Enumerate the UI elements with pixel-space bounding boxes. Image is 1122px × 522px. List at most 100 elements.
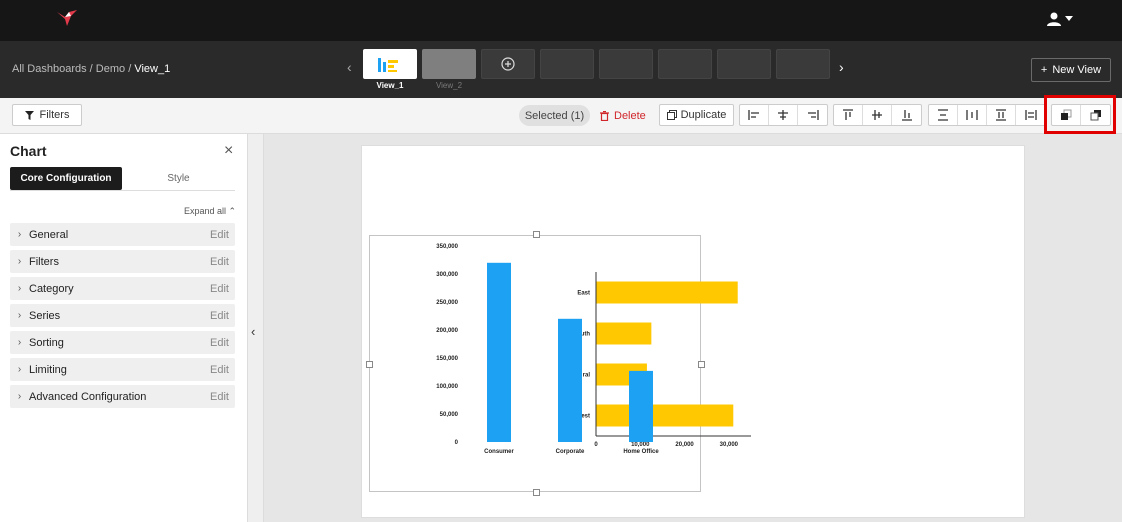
selected-count-badge: Selected (1) (519, 105, 590, 126)
accordion-advanced-configuration[interactable]: › Advanced Configuration Edit (10, 385, 235, 408)
align-bottom-icon (901, 110, 912, 121)
accordion-label: Category (29, 282, 74, 295)
distribute-horizontal-button[interactable] (958, 105, 987, 125)
distribute-horizontal-icon (966, 110, 978, 120)
close-icon[interactable]: × (224, 142, 233, 160)
empty-view-slot[interactable] (776, 49, 830, 79)
chevron-left-icon[interactable]: ‹ (347, 59, 352, 75)
filters-label: Filters (39, 109, 70, 121)
chevron-right-icon: › (17, 310, 22, 321)
user-menu[interactable] (1046, 10, 1076, 28)
align-bottom-button[interactable] (892, 105, 921, 125)
filter-icon (24, 110, 34, 120)
expand-all-label: Expand all (184, 206, 227, 216)
expand-all-button[interactable]: Expand all ⌃ (184, 206, 236, 217)
match-width-icon (1024, 110, 1037, 120)
empty-view-slot[interactable] (717, 49, 771, 79)
horizontal-align-group (739, 104, 828, 126)
filters-button[interactable]: Filters (12, 104, 82, 126)
view-tab-2[interactable] (422, 49, 476, 79)
edit-link[interactable]: Edit (210, 256, 235, 268)
copy-icon (666, 110, 677, 120)
chevron-left-icon[interactable]: ‹ (251, 324, 255, 339)
accordion-label: Advanced Configuration (29, 390, 147, 403)
align-center-icon (778, 110, 788, 120)
chart-config-panel: Chart × Core Configuration Style Expand … (0, 134, 248, 522)
accordion-label: Limiting (29, 363, 67, 376)
chevron-right-icon: › (17, 337, 22, 348)
resize-handle-bottom[interactable] (533, 489, 540, 496)
accordion-sorting[interactable]: › Sorting Edit (10, 331, 235, 354)
distribute-vertical-icon (938, 109, 948, 121)
trash-icon (600, 110, 609, 121)
accordion-general[interactable]: › General Edit (10, 223, 235, 246)
edit-link[interactable]: Edit (210, 310, 235, 322)
resize-handle-top[interactable] (533, 231, 540, 238)
toolbar: Filters Selected (1) Delete Duplicate (0, 98, 1122, 134)
new-view-label: New View (1052, 64, 1102, 76)
accordion-filters[interactable]: › Filters Edit (10, 250, 235, 273)
breadcrumb-demo[interactable]: Demo (96, 63, 125, 75)
duplicate-button[interactable]: Duplicate (659, 104, 734, 126)
caret-down-icon (1065, 16, 1073, 21)
chevron-right-icon: › (17, 229, 22, 240)
align-middle-icon (872, 110, 882, 120)
accordion-category[interactable]: › Category Edit (10, 277, 235, 300)
align-left-icon (748, 110, 759, 120)
breadcrumb-all-dashboards[interactable]: All Dashboards (12, 63, 87, 75)
panel-collapse-strip[interactable]: ‹ (248, 134, 264, 522)
chevron-right-icon: › (17, 283, 22, 294)
distribute-group (928, 104, 1046, 126)
accordion-label: Sorting (29, 336, 64, 349)
empty-view-slot[interactable] (540, 49, 594, 79)
breadcrumb: All Dashboards / Demo / View_1 (12, 63, 170, 75)
view-bar: All Dashboards / Demo / View_1 ‹ View_1 … (0, 41, 1122, 98)
breadcrumb-current: View_1 (134, 63, 171, 75)
breadcrumb-separator: / (128, 63, 132, 75)
add-view-tab[interactable] (481, 49, 535, 79)
highlight-box (1044, 95, 1116, 134)
edit-link[interactable]: Edit (210, 337, 235, 349)
chevron-right-icon: › (17, 364, 22, 375)
edit-link[interactable]: Edit (210, 229, 235, 241)
accordion-label: Series (29, 309, 61, 322)
edit-link[interactable]: Edit (210, 364, 235, 376)
align-center-button[interactable] (769, 105, 798, 125)
accordion-limiting[interactable]: › Limiting Edit (10, 358, 235, 381)
empty-view-slot[interactable] (658, 49, 712, 79)
tab-divider (10, 190, 235, 191)
delete-label: Delete (614, 109, 646, 122)
match-width-button[interactable] (1016, 105, 1045, 125)
tab-core-configuration[interactable]: Core Configuration (10, 167, 122, 190)
accordion-series[interactable]: › Series Edit (10, 304, 235, 327)
view-tab-1-label: View_1 (376, 81, 404, 90)
chevron-right-icon[interactable]: › (839, 59, 844, 75)
match-height-icon (996, 109, 1006, 121)
view-tab-1[interactable] (363, 49, 417, 79)
align-top-button[interactable] (834, 105, 863, 125)
view-tab-2-label: View_2 (435, 81, 463, 90)
edit-link[interactable]: Edit (210, 283, 235, 295)
align-top-icon (843, 109, 853, 120)
chevron-right-icon: › (17, 391, 22, 402)
distribute-vertical-button[interactable] (929, 105, 958, 125)
hummingbird-logo-icon[interactable] (55, 9, 79, 29)
breadcrumb-separator: / (89, 63, 93, 75)
vertical-align-group (833, 104, 922, 126)
align-middle-button[interactable] (863, 105, 892, 125)
new-view-button[interactable]: + New View (1031, 58, 1111, 82)
empty-view-slot[interactable] (599, 49, 653, 79)
resize-handle-right[interactable] (698, 361, 705, 368)
selected-chart-widget[interactable] (369, 235, 701, 492)
align-right-button[interactable] (798, 105, 827, 125)
resize-handle-left[interactable] (366, 361, 373, 368)
tab-style[interactable]: Style (122, 167, 235, 190)
match-height-button[interactable] (987, 105, 1016, 125)
plus-circle-icon (501, 57, 515, 71)
user-icon (1047, 12, 1061, 26)
accordion-label: Filters (29, 255, 59, 268)
plus-icon: + (1040, 64, 1048, 76)
edit-link[interactable]: Edit (210, 391, 235, 403)
align-left-button[interactable] (740, 105, 769, 125)
delete-button[interactable]: Delete (600, 105, 646, 126)
